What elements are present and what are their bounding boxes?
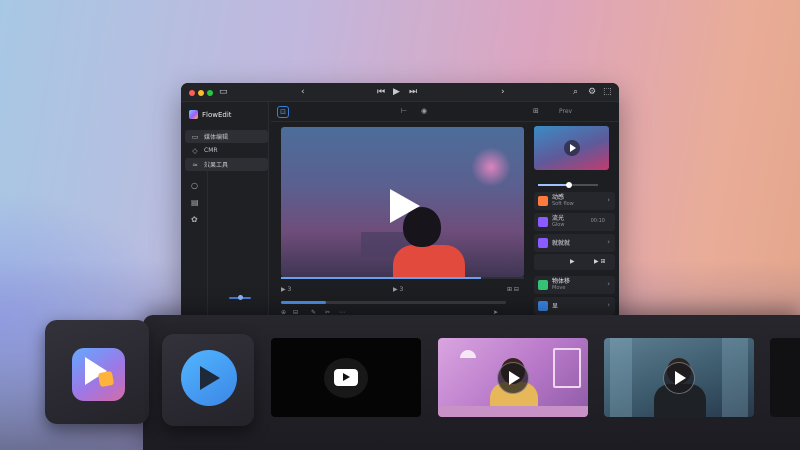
sidebar: FlowEdit ▭ 媒体编辑 ◇ CMR ≈ 效果工具 ○ ▤ ✿	[181, 102, 269, 328]
sidebar-divider	[207, 162, 208, 322]
maximize-window-button[interactable]	[207, 90, 213, 96]
close-window-button[interactable]	[189, 90, 195, 96]
playback-progress-fill	[281, 277, 481, 279]
effect-duration: 00:10	[590, 218, 605, 224]
settings-icon[interactable]: ⚙	[588, 87, 596, 97]
skip-back-icon[interactable]: ⏮	[377, 87, 385, 97]
effect-item[interactable]: 显 ›	[534, 297, 615, 315]
transport-center[interactable]: ▶ 3	[393, 286, 403, 293]
chevron-left-icon[interactable]: ‹	[301, 87, 305, 97]
effect-thumbnail-icon	[538, 217, 548, 227]
transport-right[interactable]: ⊞ ⊟	[507, 286, 519, 293]
play-icon[interactable]	[564, 140, 580, 156]
minimize-window-button[interactable]	[198, 90, 204, 96]
sidebar-item-media[interactable]: ▭ 媒体编辑	[185, 130, 268, 143]
shelf-shape	[553, 348, 581, 388]
app-logo-icon	[189, 110, 198, 119]
building-shape	[722, 338, 748, 417]
clip-room[interactable]	[438, 338, 588, 417]
effect-thumbnail-icon	[538, 238, 548, 248]
sticker-icon	[97, 370, 115, 388]
effect-thumbnail-icon	[538, 196, 548, 206]
chevron-right-icon[interactable]: ›	[501, 87, 505, 97]
clip-city[interactable]	[604, 338, 754, 417]
effect-title: 流光	[552, 215, 565, 222]
effect-subtitle: Move	[552, 285, 566, 291]
skip-forward-icon[interactable]: ⏭	[409, 87, 417, 97]
clip-dark[interactable]	[271, 338, 421, 417]
effect-subtitle: Glow	[552, 222, 565, 228]
panel-play-button[interactable]: ▶	[570, 258, 575, 265]
search-icon[interactable]: ⌕	[573, 87, 578, 97]
lamp-glow	[471, 147, 511, 187]
sidebar-item-label: CMR	[204, 147, 218, 154]
media-icon: ▭	[191, 132, 199, 141]
app-name: FlowEdit	[202, 110, 232, 119]
document-icon[interactable]: ▤	[191, 198, 199, 207]
select-tool-button[interactable]: ⊡	[277, 106, 289, 118]
transport-bar: ▶ 3 ▶ 3 ⊞ ⊟	[281, 286, 524, 296]
grid-icon[interactable]: ⊞	[533, 107, 539, 115]
play-icon	[200, 366, 220, 390]
play-icon[interactable]	[334, 369, 358, 386]
sidebar-item-cmr[interactable]: ◇ CMR	[185, 144, 268, 157]
crop-icon[interactable]: ⊢	[401, 107, 407, 115]
circle-icon[interactable]: ○	[191, 181, 198, 190]
effects-panel: 动感 Soft flow › 流光 Glow 00:10 就就就 › ▶ ▶ ⊞…	[530, 120, 619, 328]
timeline-scrubber-fill	[281, 301, 326, 304]
toolbar-label: Prev	[559, 108, 573, 115]
person-body	[393, 245, 465, 277]
play-icon[interactable]	[663, 362, 695, 394]
effect-title: 显	[552, 302, 559, 310]
effect-item[interactable]: 物体移 Move ›	[534, 276, 615, 294]
chevron-right-icon: ›	[607, 238, 610, 246]
video-preview[interactable]	[281, 127, 524, 277]
effect-title: 就就就	[552, 239, 571, 247]
intensity-slider-fill	[538, 184, 568, 186]
effect-subtitle: Soft flow	[552, 201, 574, 207]
sidebar-toggle-icon[interactable]: ▭	[219, 87, 228, 97]
panel-controls-right[interactable]: ▶ ⊞	[594, 258, 606, 265]
effect-title: 动感	[552, 194, 565, 201]
chevron-right-icon: ›	[607, 301, 610, 309]
chevron-right-icon: ›	[607, 280, 610, 288]
volume-slider-knob[interactable]	[238, 295, 243, 300]
effect-thumbnail-icon	[538, 280, 548, 290]
play-icon[interactable]: ▶	[393, 87, 400, 97]
effect-item[interactable]: 流光 Glow 00:10	[534, 213, 615, 231]
share-icon[interactable]: ⬚	[603, 87, 612, 97]
record-icon[interactable]: ◉	[421, 107, 427, 115]
effect-thumbnail-icon	[538, 301, 548, 311]
editor-toolbar: ⊡ ⊢ ◉ ⊞ Prev	[271, 102, 619, 122]
transport-left[interactable]: ▶ 3	[281, 286, 291, 293]
effect-item[interactable]: 动感 Soft flow ›	[534, 192, 615, 210]
tag-icon: ◇	[192, 146, 198, 155]
sidebar-item-effects[interactable]: ≈ 效果工具	[185, 158, 268, 171]
building-shape	[610, 338, 632, 417]
effect-title: 物体移	[552, 278, 571, 285]
effects-icon: ≈	[192, 160, 198, 169]
play-icon[interactable]	[390, 189, 420, 223]
lamp-shape	[460, 350, 476, 358]
panel-playback-controls: ▶ ▶ ⊞	[534, 254, 615, 270]
panel-preview-thumbnail[interactable]	[534, 126, 609, 170]
title-bar: ▭ ‹ ⏮ ▶ ⏭ › ⌕ ⚙ ⬚	[181, 83, 619, 102]
desk-shape	[438, 406, 588, 417]
gear-icon[interactable]: ✿	[191, 215, 198, 224]
play-icon[interactable]	[497, 362, 529, 394]
clip-partial[interactable]	[770, 338, 800, 417]
chevron-right-icon: ›	[607, 196, 610, 204]
effect-item[interactable]: 就就就 ›	[534, 234, 615, 252]
brand: FlowEdit	[189, 110, 232, 119]
sidebar-item-label: 媒体编辑	[204, 134, 229, 141]
intensity-slider-knob[interactable]	[566, 182, 572, 188]
